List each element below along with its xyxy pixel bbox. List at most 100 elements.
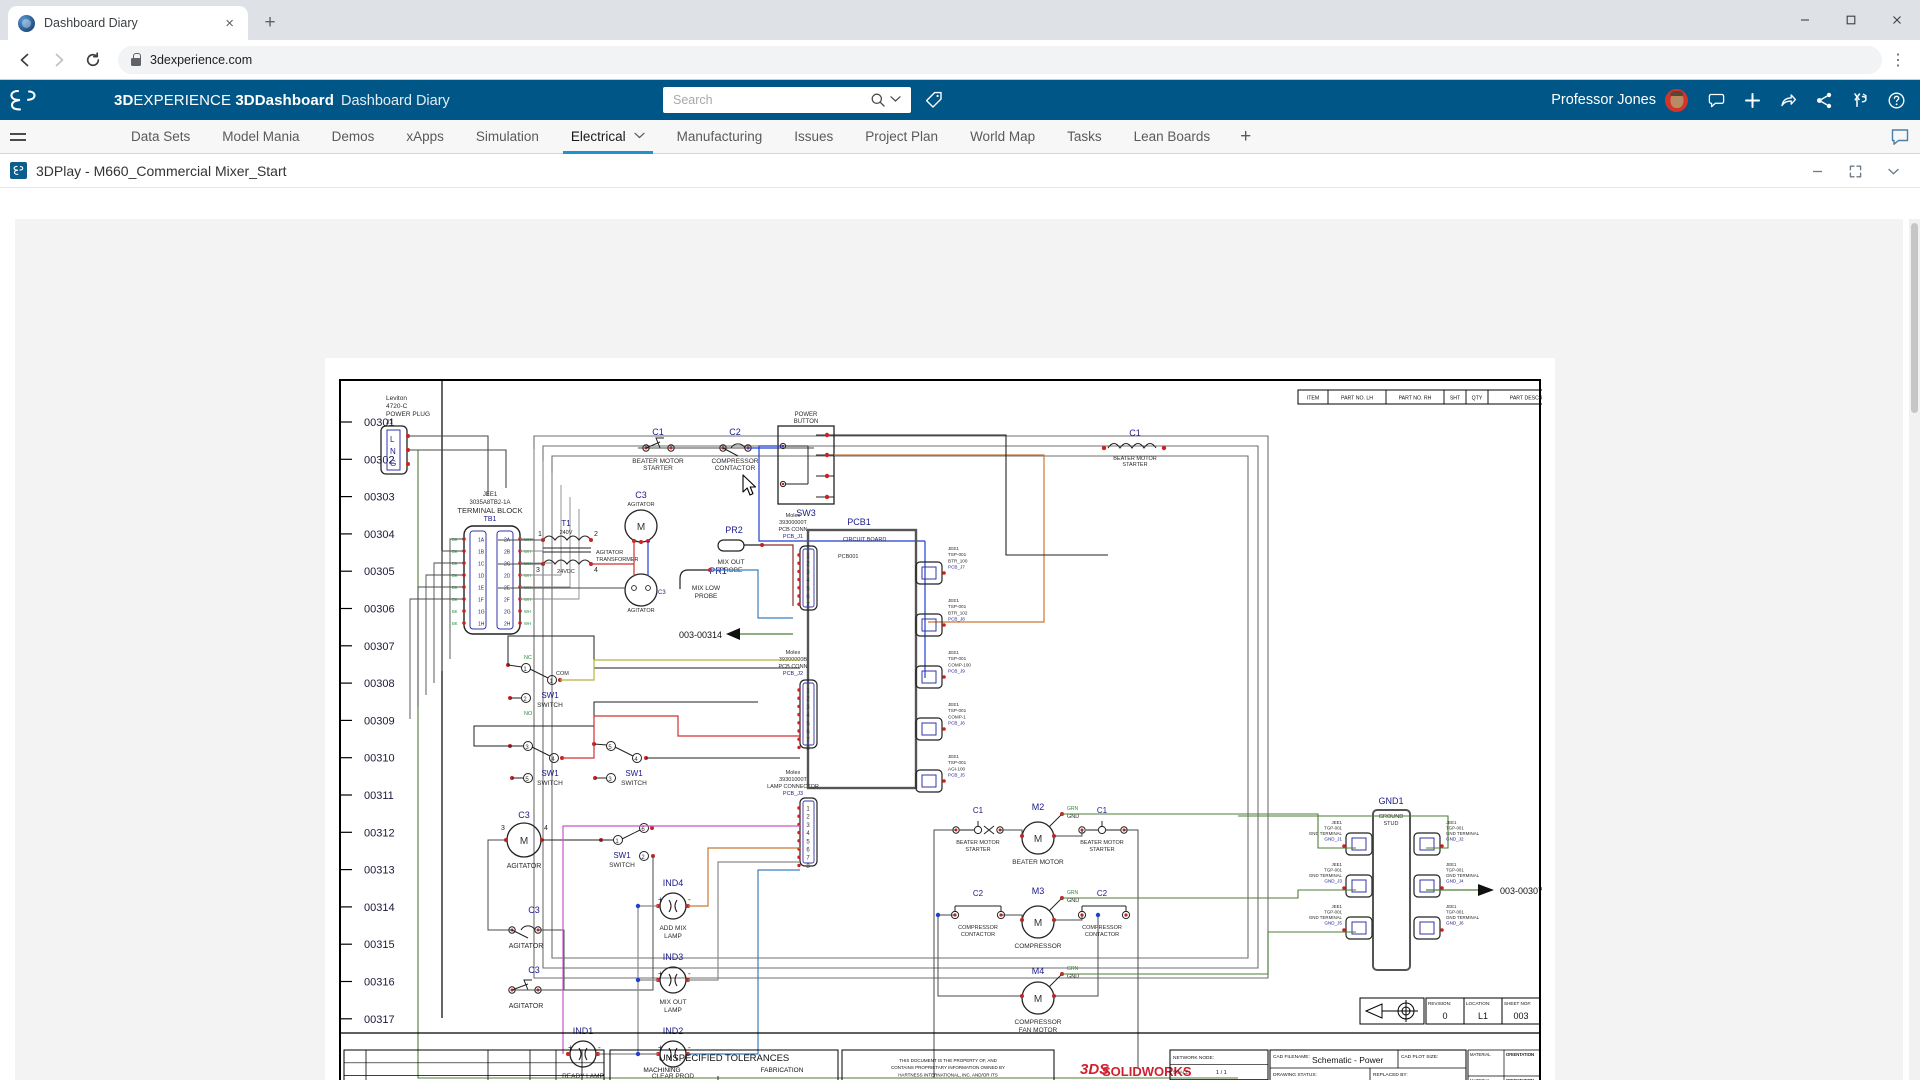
svg-text:39300000T: 39300000T (779, 520, 807, 526)
chevron-down-icon[interactable] (886, 94, 905, 106)
svg-text:JEE1: JEE1 (948, 546, 959, 551)
window-minimize-button[interactable] (1782, 0, 1828, 40)
window-maximize-button[interactable] (1828, 0, 1874, 40)
svg-text:STARTER: STARTER (1122, 462, 1147, 468)
svg-text:PR1: PR1 (709, 566, 727, 576)
network-share-icon[interactable] (1806, 80, 1842, 120)
svg-text:M: M (1034, 918, 1042, 929)
tab-label: Model Mania (222, 129, 300, 144)
favicon-icon (18, 14, 35, 32)
svg-text:AGITATOR: AGITATOR (507, 863, 542, 870)
dashboard-tab-xapps[interactable]: xApps (390, 120, 460, 153)
svg-text:240V: 240V (560, 530, 573, 536)
svg-text:C2: C2 (973, 889, 984, 898)
svg-text:+: + (568, 1043, 573, 1052)
close-icon[interactable]: × (221, 14, 238, 33)
svg-text:GND TERMINAL: GND TERMINAL (1309, 831, 1343, 836)
rung-number: 00314 (364, 902, 395, 914)
dashboard-tab-issues[interactable]: Issues (778, 120, 849, 153)
svg-text:C3: C3 (635, 490, 647, 500)
dashboard-tab-electrical[interactable]: Electrical (555, 120, 661, 154)
dashboard-tab-manufacturing[interactable]: Manufacturing (661, 120, 779, 153)
dashboard-tab-project-plan[interactable]: Project Plan (849, 120, 954, 153)
svg-text:COMPRESSOR: COMPRESSOR (1015, 943, 1062, 950)
dashboard-tab-world-map[interactable]: World Map (954, 120, 1051, 153)
bom-column-header: PART NO. LH (1341, 396, 1373, 402)
svg-text:GND TERMINAL: GND TERMINAL (1309, 873, 1343, 878)
svg-text:-: - (688, 895, 691, 904)
svg-text:+: + (658, 1043, 663, 1052)
tag-icon[interactable] (925, 91, 943, 114)
share-arrow-icon[interactable] (1770, 80, 1806, 120)
expand-icon[interactable] (1836, 154, 1874, 188)
avatar[interactable] (1665, 88, 1688, 112)
help-icon[interactable] (1878, 80, 1914, 120)
add-tab-button[interactable]: + (1226, 120, 1265, 153)
rung-number: 00304 (364, 529, 395, 541)
lock-icon (130, 53, 141, 66)
svg-text:WH: WH (524, 609, 531, 614)
back-icon[interactable] (10, 45, 40, 75)
svg-text:AGITATOR: AGITATOR (596, 550, 623, 556)
reload-icon[interactable] (78, 45, 108, 75)
forward-icon[interactable] (44, 45, 74, 75)
chevron-down-icon[interactable] (634, 131, 645, 142)
svg-text:M: M (520, 836, 528, 847)
tab-label: Electrical (570, 129, 626, 144)
search-input[interactable] (673, 93, 870, 107)
browser-menu-icon[interactable]: ⋮ (1886, 50, 1910, 70)
svg-text:PCB1: PCB1 (847, 517, 871, 527)
search-icon[interactable] (870, 92, 886, 108)
svg-text:SW1: SW1 (613, 851, 631, 860)
dashboard-tab-lean-boards[interactable]: Lean Boards (1118, 120, 1227, 153)
svg-text:BK: BK (452, 561, 458, 566)
collaborate-icon[interactable] (1842, 80, 1878, 120)
svg-text:SWITCH: SWITCH (621, 780, 647, 787)
svg-text:C1: C1 (652, 427, 664, 437)
new-tab-button[interactable]: + (256, 9, 284, 37)
svg-text:GRN: GRN (1067, 806, 1079, 812)
svg-text:24VDC: 24VDC (557, 569, 575, 575)
svg-text:PROBE: PROBE (695, 593, 718, 600)
svg-text:1D: 1D (478, 574, 485, 580)
minimize-icon[interactable] (1798, 154, 1836, 188)
drawing-sheet[interactable]: 00301 00302 00303 00304 00305 00306 00307 00308… (325, 358, 1555, 1080)
user-name[interactable]: Professor Jones (1551, 92, 1656, 108)
svg-text:CONTAINS PROPRIETARY INFORMATI: CONTAINS PROPRIETARY INFORMATION OWNED B… (891, 1065, 1005, 1070)
svg-text:L: L (390, 435, 395, 444)
svg-text:PCB CONN: PCB CONN (778, 664, 807, 670)
svg-text:BK: BK (452, 573, 458, 578)
svg-text:GND_J5: GND_J5 (1324, 921, 1342, 926)
dashboard-tab-model-mania[interactable]: Model Mania (206, 120, 315, 153)
svg-text:PCB001: PCB001 (838, 554, 859, 560)
plus-icon[interactable] (1734, 80, 1770, 120)
window-close-button[interactable] (1874, 0, 1920, 40)
rung-number: 00309 (364, 715, 395, 727)
dashboard-chat-icon[interactable] (1890, 120, 1910, 154)
dashboard-tab-demos[interactable]: Demos (316, 120, 391, 153)
dashboard-tab-data-sets[interactable]: Data Sets (115, 120, 206, 153)
rung-number: 00311 (364, 790, 394, 802)
dashboard-tab-tasks[interactable]: Tasks (1051, 120, 1118, 153)
menu-hamburger-icon[interactable] (0, 120, 36, 153)
address-bar[interactable]: 3dexperience.com (118, 45, 1882, 74)
play-viewer-canvas[interactable]: 00301 00302 00303 00304 00305 00306 00307 00308… (0, 188, 1920, 1080)
svg-text:GND_J6: GND_J6 (1446, 921, 1464, 926)
dashboard-tab-simulation[interactable]: Simulation (460, 120, 555, 153)
svg-text:SW1: SW1 (541, 769, 559, 778)
cross-ref-label-1: 003-00314 (679, 630, 722, 640)
svg-text:C2: C2 (729, 427, 741, 437)
dassault-logo-icon[interactable] (0, 80, 48, 120)
svg-text:AGITATOR: AGITATOR (627, 502, 654, 508)
vertical-scrollbar[interactable] (1909, 219, 1920, 1080)
browser-tab[interactable]: Dashboard Diary × (8, 6, 248, 40)
chat-icon[interactable] (1698, 80, 1734, 120)
svg-text:C3: C3 (528, 905, 540, 915)
global-search[interactable] (663, 87, 911, 113)
svg-text:1B: 1B (478, 550, 485, 556)
electrical-schematic[interactable]: 0030100302003030030400305003060030700308… (338, 378, 1542, 1080)
collapse-chevron-icon[interactable] (1874, 154, 1912, 188)
svg-text:PCB_J7: PCB_J7 (948, 565, 965, 570)
svg-text:PCB_J3: PCB_J3 (783, 791, 803, 797)
scrollbar-thumb[interactable] (1911, 223, 1918, 413)
